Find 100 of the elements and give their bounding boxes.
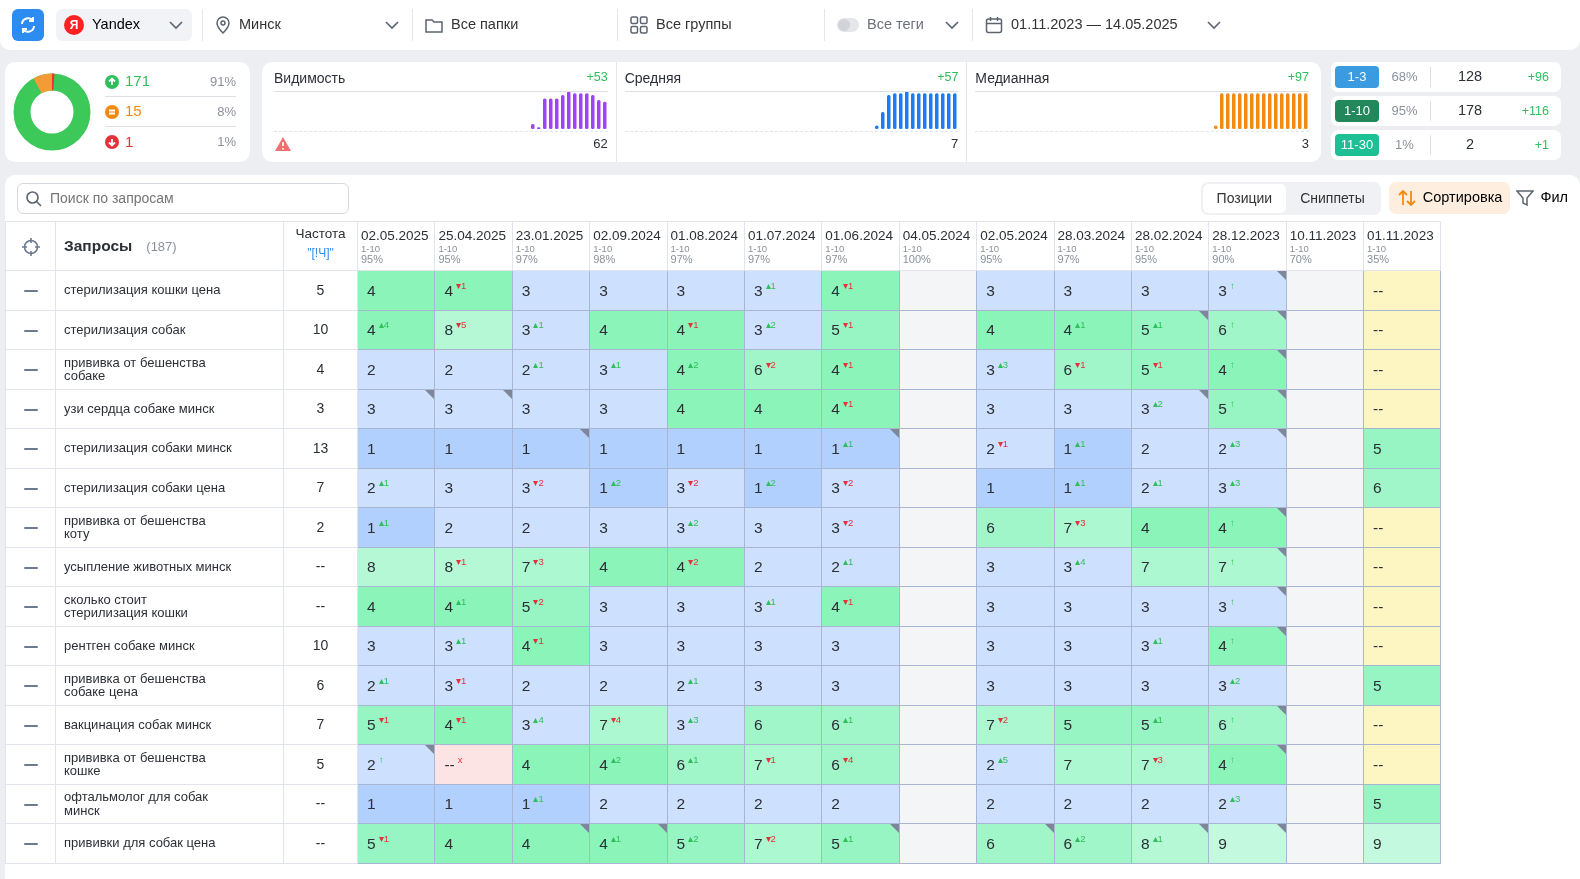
position-value: 8 (444, 321, 453, 339)
position-value: 4 (599, 558, 608, 576)
frequency-text: 3 (316, 400, 325, 417)
date-range-select[interactable]: 01.11.2023 — 14.05.2025 (1011, 14, 1178, 36)
position-change: ▾1 (997, 437, 1009, 449)
position-change: ▴3 (997, 358, 1009, 370)
range-label: 1-10 (361, 244, 381, 254)
position-change: ↑ (1229, 556, 1235, 568)
position-value: 6 (1063, 360, 1073, 378)
position-change: ▴1 (456, 595, 467, 607)
position-value: 4 (753, 400, 763, 418)
position-value: 3 (599, 597, 608, 615)
position-change: ▴4 (1075, 556, 1086, 568)
search-field[interactable]: Поиск по запросам (17, 182, 349, 214)
crosshair-icon[interactable] (20, 236, 41, 257)
position-value: 4 (367, 321, 376, 339)
chevron-icon[interactable] (384, 18, 400, 32)
position-value: 3 (1218, 676, 1227, 694)
position-change: ▾1 (842, 398, 854, 410)
share-label: 95% (980, 253, 1004, 265)
position-value: 3 (599, 281, 608, 299)
frequency-text: 6 (316, 676, 325, 693)
equals-icon (105, 104, 119, 119)
position-change: ▾2 (688, 556, 699, 568)
position-value: 4 (831, 597, 840, 615)
share-label: 95% (1134, 253, 1158, 265)
range-label: 1-10 (1367, 244, 1388, 254)
position-value: 3 (986, 360, 995, 378)
position-value: 4 (444, 834, 453, 852)
position-value: 2 (367, 676, 376, 694)
folders-select[interactable]: Все папки (451, 14, 519, 36)
position-value: 4 (676, 558, 686, 576)
date-header: 01.08.2024 (670, 228, 740, 245)
sort-button[interactable]: Сортировка (1388, 182, 1511, 214)
query-text: узи сердца собаке минск (64, 401, 215, 416)
engine-logo: Я (64, 15, 84, 35)
position-change: ▴1 (842, 714, 854, 726)
position-change: ▾1 (456, 674, 467, 686)
position-value: 4 (676, 400, 686, 418)
frequency-text: -- (315, 597, 326, 614)
query-count: (187) (146, 239, 177, 255)
position-change: ↑ (1229, 319, 1235, 331)
position-value: 5 (1063, 716, 1073, 734)
position-change: ▴1 (610, 358, 622, 370)
position-change: ▴2 (765, 477, 776, 489)
toggle-switch[interactable] (837, 18, 859, 32)
position-value: 4 (521, 834, 531, 852)
tags-select[interactable]: Все теги (867, 14, 924, 36)
position-value: 6 (986, 834, 995, 852)
position-value: 8 (1140, 834, 1150, 852)
position-value: 5 (1140, 360, 1150, 378)
position-value: 4 (599, 755, 608, 773)
share-label: 98% (593, 253, 617, 265)
position-value: 3 (676, 637, 686, 655)
filter-button[interactable]: Фил (1516, 187, 1568, 209)
search-engine-select[interactable]: Я Yandex (56, 9, 192, 41)
position-value: 3 (521, 479, 531, 497)
frequency-text: 5 (316, 755, 325, 772)
position-value: 4 (831, 400, 840, 418)
position-change: ▴2 (688, 516, 699, 528)
frequency-text: 2 (316, 518, 325, 535)
position-value: 3 (1140, 597, 1150, 615)
summary-count: 15 (125, 101, 142, 122)
range-delta: +96 (1527, 68, 1549, 86)
position-value: 7 (599, 716, 608, 734)
position-value: 6 (831, 755, 840, 773)
position-value: 5 (1373, 795, 1382, 813)
position-change: ▾2 (765, 358, 776, 370)
refresh-button[interactable] (12, 9, 44, 41)
position-value: 2 (1140, 479, 1150, 497)
position-value: 7 (521, 558, 531, 576)
groups-select[interactable]: Все группы (656, 14, 732, 36)
position-value: -- (444, 755, 455, 773)
position-value: 2 (367, 755, 376, 773)
position-value: 3 (1140, 400, 1150, 418)
position-change: ▾1 (842, 595, 854, 607)
position-value: -- (1373, 281, 1384, 299)
share-label: 95% (361, 253, 385, 265)
query-text: стерилизация собаки минск (64, 441, 232, 456)
summary-share: 91% (209, 72, 236, 91)
region-select[interactable]: Минск (239, 14, 281, 36)
position-change: ▾1 (765, 753, 776, 765)
position-value: 1 (367, 439, 376, 457)
position-value: 1 (521, 795, 531, 813)
chevron-icon[interactable] (1206, 18, 1222, 32)
position-change: ▴1 (842, 556, 854, 568)
range-badge: 1-3 (1335, 66, 1379, 88)
query-text: сколько стоит стерилизация кошки (64, 592, 189, 620)
view-tab[interactable]: Сниппеты (1286, 183, 1379, 213)
frequency-text: -- (315, 795, 326, 812)
view-tab[interactable]: Позиции (1202, 183, 1287, 213)
frequency-link[interactable]: "[!Ч]" (307, 245, 334, 260)
metric-value: 7 (951, 135, 959, 154)
position-value: 3 (753, 321, 763, 339)
position-change: ▴1 (688, 753, 699, 765)
range-label: 1-10 (670, 244, 691, 254)
range-badge: 11-30 (1335, 134, 1379, 156)
query-text: вакцинация собак минск (64, 717, 212, 732)
chevron-icon[interactable] (944, 18, 960, 32)
position-value: 4 (1218, 637, 1227, 655)
